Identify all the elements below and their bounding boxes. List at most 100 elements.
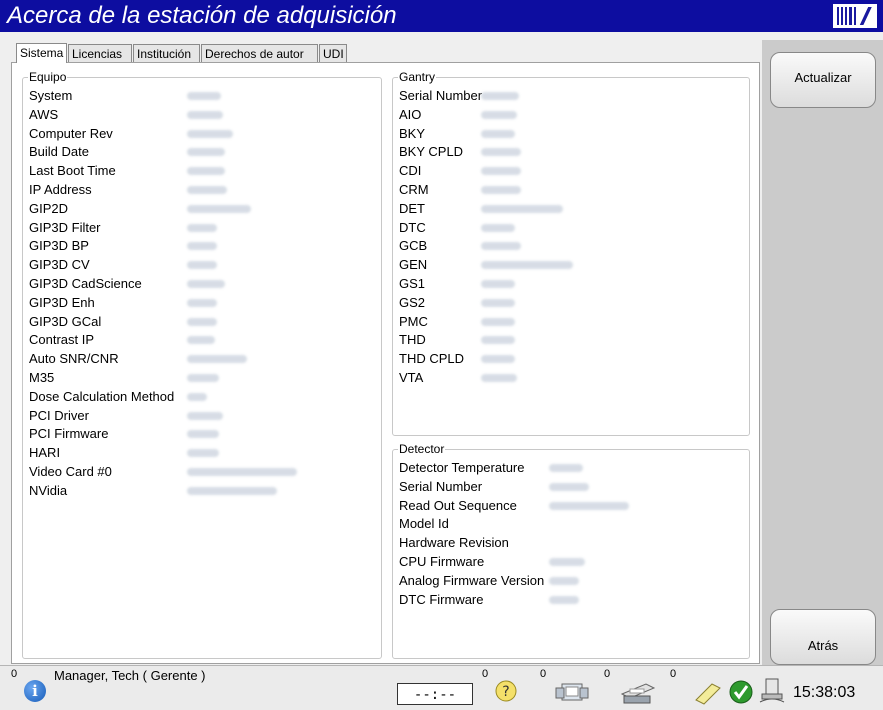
detector-row-label: Detector Temperature [399,460,525,475]
gantry-row: THD CPLD [399,350,464,368]
gantry-row-value-redacted [481,167,521,176]
equipo-row: GIP3D Enh [29,294,95,312]
equipo-row-value-redacted [187,148,225,157]
tab-udi[interactable]: UDI [319,44,347,62]
gantry-row: BKY CPLD [399,143,463,161]
detector-row-label: DTC Firmware [399,591,484,607]
help-icon[interactable]: ? [494,679,518,703]
detector-row-label: Hardware Revision [399,535,509,551]
gantry-row-label: DET [399,200,425,216]
equipo-row-label: PCI Driver [29,407,89,423]
tab-licencias[interactable]: Licencias [68,44,132,62]
gantry-row-value-redacted [481,110,517,119]
system-info-panel: Equipo System AWS Computer Rev Build Date La… [11,62,760,664]
equipo-row-value-redacted [187,92,221,100]
equipo-row-label: GIP3D BP [29,238,89,254]
gantry-row-label: DTC [399,219,426,235]
window-title: Acerca de la estación de adquisición [7,2,397,29]
gantry-row: DTC [399,219,426,237]
detector-row-value-redacted [549,558,585,566]
detector-row-value-redacted [549,482,589,491]
gantry-row-value-redacted [481,374,517,382]
equipo-row-label: GIP3D CV [29,257,90,273]
gantry-row: DET [399,200,425,218]
back-button-label: Atrás [807,638,839,653]
equipo-row: GIP3D GCal [29,313,101,331]
gantry-row-label: CDI [399,163,422,179]
detector-row: Read Out Sequence [399,497,517,515]
equipo-row: HARI [29,444,60,462]
tab-derechos-de-autor[interactable]: Derechos de autor [201,44,318,62]
equipo-row: Build Date [29,143,89,161]
equipo-row-label: NVidia [29,482,68,498]
gantry-row: THD [399,331,426,349]
gantry-row: VTA [399,369,423,387]
gantry-row-value-redacted [481,355,515,364]
gantry-row: PMC [399,313,428,331]
gantry-row-label: BKY CPLD [399,144,464,160]
gantry-row-label: Serial Number [399,88,483,103]
equipo-row: NVidia [29,482,67,500]
output-queue-icon[interactable] [552,678,592,706]
back-button[interactable]: Atrás [770,609,876,665]
equipo-row: GIP3D CadScience [29,275,142,293]
gantry-group-title: Gantry [398,69,437,85]
gantry-row: BKY [399,125,425,143]
equipo-row: PCI Driver [29,407,89,425]
equipo-row-label: System [29,88,73,103]
gantry-row-value-redacted [481,336,515,345]
detector-row-value-redacted [549,576,579,585]
equipo-row-value-redacted [187,392,207,401]
detector-row: Hardware Revision [399,534,509,552]
print-count: 0 [604,668,611,680]
equipo-row-label: Contrast IP [29,332,95,348]
current-user[interactable]: Manager, Tech ( Gerente ) [54,668,206,683]
equipo-row-value-redacted [187,242,217,251]
gantry-row: CRM [399,181,429,199]
equipo-row: GIP3D Filter [29,219,101,237]
equipo-row-value-redacted [187,186,227,194]
equipo-row: Video Card #0 [29,463,112,481]
equipo-row-label: GIP3D CadScience [29,276,142,291]
info-icon[interactable]: i [24,680,46,702]
equipo-row: IP Address [29,181,92,199]
tab-sistema[interactable]: Sistema [16,43,67,63]
equipo-row-label: Build Date [29,144,89,160]
gantry-row-label: THD CPLD [399,351,465,367]
gantry-row-value-redacted [481,298,515,307]
gantry-row: GS1 [399,275,425,293]
equipo-row: Auto SNR/CNR [29,350,119,368]
equipo-row: Dose Calculation Method [29,388,174,406]
gantry-row-value-redacted [481,261,573,270]
gantry-row-label: PMC [399,313,428,329]
printer-icon[interactable] [616,678,658,706]
equipo-row-label: Computer Rev [29,125,113,141]
equipo-row: AWS [29,106,58,124]
detector-row: Analog Firmware Version [399,572,544,590]
gantry-row: GCB [399,237,427,255]
gantry-row-label: GCB [399,238,428,254]
gantry-row: CDI [399,162,421,180]
refresh-button[interactable]: Actualizar [770,52,876,108]
equipo-row: GIP2D [29,200,68,218]
gantry-group: Gantry Serial Number AIO BKY BKY CPLD CDI CRM… [392,69,750,436]
tab-institucion[interactable]: Institución [133,44,200,62]
equipo-row: System [29,87,72,105]
gantry-row-value-redacted [481,317,515,326]
system-ok-icon[interactable] [728,679,754,705]
detector-row: Serial Number [399,478,482,496]
equipo-row-value-redacted [187,317,217,326]
network-status-icon[interactable] [757,676,787,706]
equipo-row-value-redacted [187,411,223,420]
detector-row-value-redacted [549,501,629,510]
title-bar: Acerca de la estación de adquisición [0,0,883,32]
gantry-row-label: VTA [399,370,424,385]
equipo-row: Contrast IP [29,331,94,349]
gantry-row-value-redacted [481,204,563,213]
equipo-row-label: IP Address [29,182,92,197]
detector-row-label: CPU Firmware [399,554,485,569]
notes-icon[interactable] [692,678,722,706]
gantry-row-label: BKY [399,125,426,141]
equipo-row-value-redacted [187,298,217,307]
equipo-row: M35 [29,369,54,387]
